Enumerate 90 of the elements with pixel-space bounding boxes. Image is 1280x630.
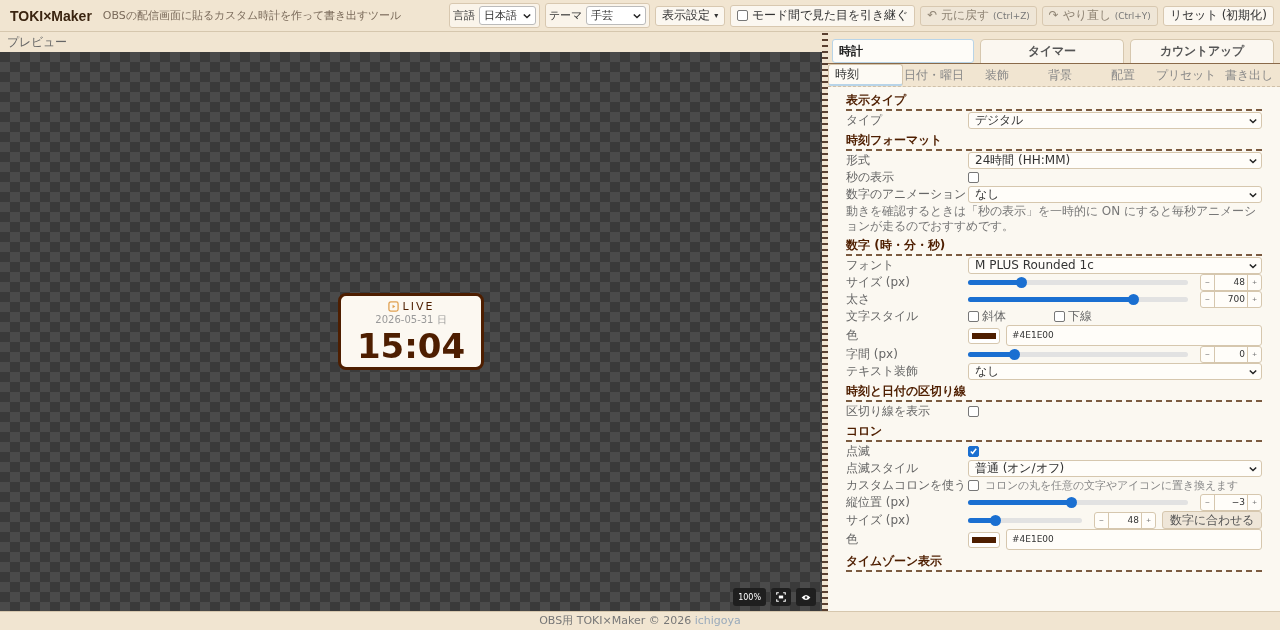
fit-screen-icon[interactable] [771,588,791,606]
decrement-button[interactable]: − [1201,275,1214,290]
field-label: 秒の表示 [846,170,895,185]
preview-label: プレビュー [6,34,68,51]
language-label: 言語 [453,8,476,23]
style-checkbox[interactable]: 斜体 [968,309,1048,324]
dropdown-select[interactable]: なし [968,363,1262,380]
mode-tab[interactable]: カウントアップ [1130,39,1274,63]
live-label: LIVE [402,300,435,313]
checkbox[interactable] [968,446,979,457]
field-label: タイプ [846,113,884,128]
chevron-icon [633,12,642,19]
color-swatch[interactable] [968,327,1000,344]
increment-button[interactable]: + [1248,347,1261,362]
field-label: 点滅スタイル [846,461,919,476]
field-label: 色 [846,328,859,343]
number-field[interactable]: −3 [1214,495,1248,510]
color-field[interactable]: #4E1E00 [1006,325,1262,346]
field-label: 区切り線を表示 [846,404,931,419]
checkbox[interactable] [968,172,979,183]
chevron-icon [1249,368,1257,375]
increment-button[interactable]: + [1248,292,1261,307]
dropdown-select[interactable]: M PLUS Rounded 1c [968,257,1262,274]
increment-button[interactable]: + [1248,495,1261,510]
field-label: 字間 (px) [846,347,899,362]
number-field[interactable]: 48 [1214,275,1248,290]
slider[interactable] [968,297,1188,302]
dropdown-select[interactable]: デジタル [968,112,1262,129]
field-label: 縦位置 (px) [846,495,911,510]
dropdown-select[interactable]: 普通 (オン/オフ) [968,460,1262,477]
slider[interactable] [968,352,1188,357]
number-field[interactable]: 48 [1108,512,1142,528]
app-logo: TOKI×Maker [10,7,92,24]
eye-icon[interactable] [796,588,816,606]
section-heading: コロン [846,422,1262,442]
field-label: サイズ (px) [846,275,911,290]
color-field[interactable]: #4E1E00 [1006,529,1262,550]
theme-select[interactable]: 手芸 [586,6,647,25]
chevron-icon [1249,191,1257,198]
color-swatch[interactable] [968,531,1000,548]
slider[interactable] [968,500,1188,505]
chevron-icon [1249,465,1257,472]
footer-text: OBS用 TOKI×Maker © 2026 ichigoya [0,611,1280,630]
match-digits-button[interactable]: 数字に合わせる [1162,511,1262,529]
chevron-icon [523,12,532,19]
chevron-icon [1249,262,1257,269]
decrement-button[interactable]: − [1201,347,1214,362]
settings-tab[interactable]: 時刻 [828,64,903,86]
hint-text: コロンの丸を任意の文字やアイコンに置き換えます [985,478,1238,493]
field-label: サイズ (px) [846,512,911,528]
dropdown-select[interactable]: なし [968,186,1262,203]
play-icon [387,301,399,312]
increment-button[interactable]: + [1248,275,1261,290]
decrement-button[interactable]: − [1201,292,1214,307]
zoom-level-button[interactable]: 100% [733,588,766,606]
hint-text: 動きを確認するときは「秒の表示」を一時的に ON にすると毎秒アニメーションが走るのでおすすめです。 [846,204,1258,234]
clock-time: 15:04 [356,327,466,365]
mode-tab[interactable]: タイマー [980,39,1124,63]
section-heading: タイムゾーン表示 [846,552,1262,572]
decrement-button[interactable]: − [1095,512,1108,528]
field-label: カスタムコロンを使う [846,478,967,493]
field-label: 数字のアニメーション [846,187,967,202]
clock-date: 2026-05-31 日 [375,313,447,327]
increment-button[interactable]: + [1142,512,1155,528]
decrement-button[interactable]: − [1201,495,1214,510]
style-checkbox[interactable]: 下線 [1054,309,1134,324]
number-field[interactable]: 700 [1214,292,1248,307]
chevron-icon [1249,117,1257,124]
field-label: テキスト装飾 [846,364,919,379]
slider[interactable] [968,280,1188,285]
reset-button[interactable]: リセット (初期化) [1162,5,1274,26]
field-label: 色 [846,532,859,547]
field-label: 点滅 [846,444,871,459]
dropdown-select[interactable]: 24時間 (HH:MM) [968,152,1262,169]
theme-label: テーマ [549,8,583,23]
field-label: 太さ [846,292,871,307]
tagline: OBSの配信画面に貼るカスタム時計を作って書き出すツール [102,8,401,23]
field-label: 形式 [846,153,871,168]
language-select[interactable]: 日本語 [479,6,537,25]
checkbox[interactable] [968,406,979,417]
section-heading: 時刻と日付の区切り線 [846,382,1262,402]
field-label: フォント [846,258,895,273]
mode-tab[interactable]: 時計 [832,39,974,63]
number-field[interactable]: 0 [1214,347,1248,362]
display-settings-button[interactable]: 表示設定 ▾ [655,5,726,26]
field-label: 文字スタイル [846,309,919,324]
slider[interactable] [968,517,1082,523]
checkbox[interactable] [968,480,979,491]
carry-over-checkbox[interactable]: モード間で見た目を引き継ぐ [730,4,916,27]
chevron-icon [1249,157,1257,164]
